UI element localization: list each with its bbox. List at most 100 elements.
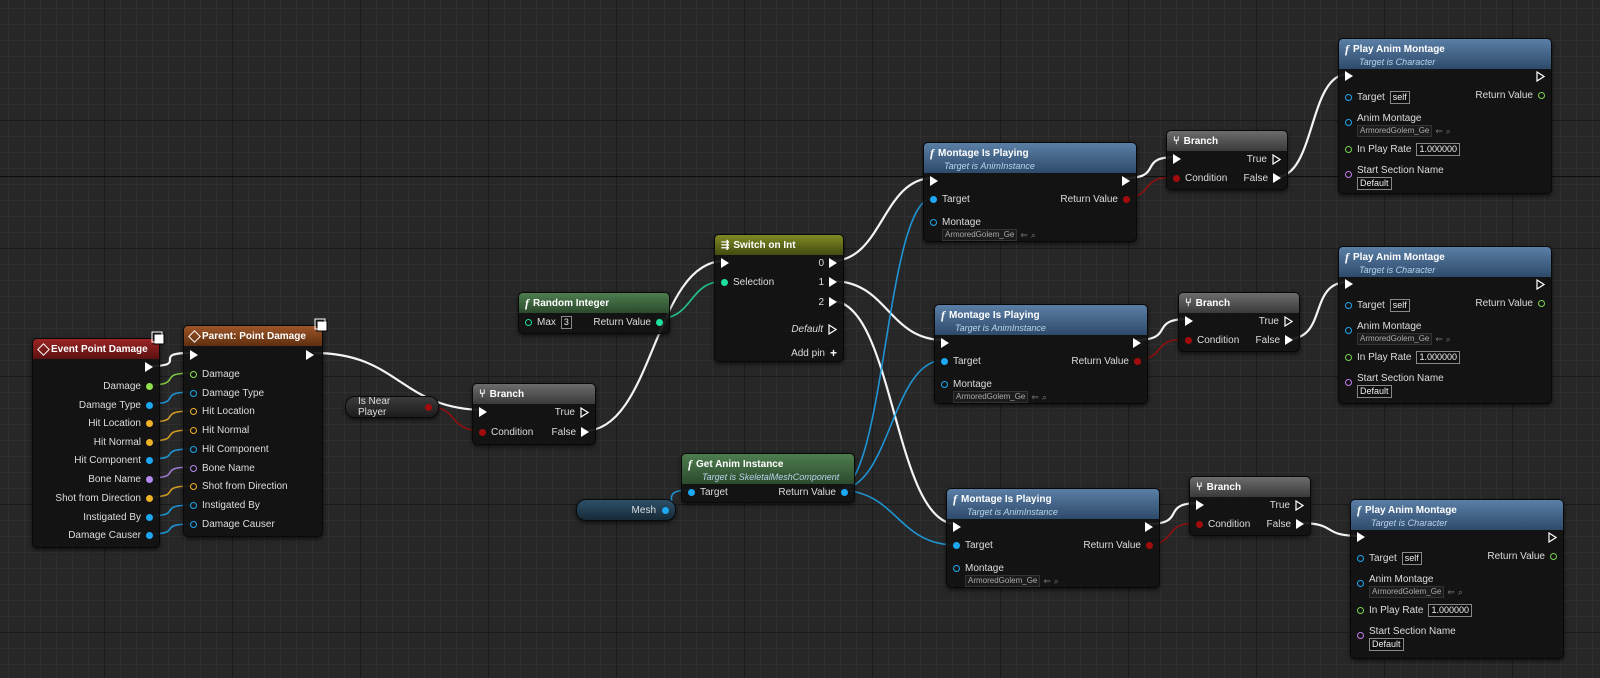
exec-out-pin[interactable] [829,277,837,287]
float-pin[interactable] [1357,606,1364,614]
exec-in-pin[interactable] [941,338,949,348]
vector-pin[interactable] [190,407,197,415]
object-pin[interactable] [1345,93,1352,101]
object-pin[interactable] [190,501,197,509]
event-node-header[interactable]: Event Point Damage [33,339,159,359]
random-integer-header[interactable]: f Random Integer [519,293,669,313]
object-pin[interactable] [146,456,153,464]
bool-pin[interactable] [1146,541,1153,549]
section-input[interactable]: Default [1369,638,1404,651]
object-pin[interactable] [953,541,960,549]
parent-point-damage-node[interactable]: Parent: Point Damage Damage Damage Type … [183,318,328,537]
random-integer-node[interactable]: f Random Integer Max 3 Return Value [518,292,670,334]
section-input[interactable]: Default [1357,177,1392,190]
target-self-field[interactable]: self [1401,551,1422,565]
object-pin[interactable] [930,219,937,226]
vector-pin[interactable] [190,426,197,434]
montage-asset-dropdown[interactable]: ArmoredGolem_Ge [1357,125,1433,137]
int-pin[interactable] [721,278,728,286]
exec-out-pin-empty[interactable] [1272,153,1281,165]
exec-out-pin-empty[interactable] [1295,499,1304,511]
bool-pin[interactable] [425,403,432,411]
rate-input[interactable]: 1.000000 [1428,603,1473,617]
exec-out-pin[interactable] [1285,335,1293,345]
vector-pin[interactable] [190,482,197,490]
exec-in-pin[interactable] [1357,532,1365,542]
bool-pin[interactable] [1134,357,1141,365]
object-pin[interactable] [146,531,153,539]
int-pin[interactable] [656,318,663,326]
name-pin[interactable] [146,475,153,483]
exec-in-pin[interactable] [479,407,487,417]
object-pin[interactable] [190,389,197,397]
play-montage-header[interactable]: f Play Anim Montage Target is Character [1339,247,1551,277]
branch-header[interactable]: ⑂ Branch [1167,131,1287,151]
play-montage-header[interactable]: f Play Anim Montage Target is Character [1351,500,1563,530]
object-pin[interactable] [941,381,948,388]
is-near-player-variable[interactable]: Is Near Player [345,396,439,418]
montage-header[interactable]: f Montage Is Playing Target is AnimInstanc… [947,489,1159,519]
branch-main-node[interactable]: ⑂ Branch True Condition False [472,383,596,445]
browse-magnifier-icon[interactable]: ⌕ [1054,576,1059,587]
object-pin[interactable] [1357,554,1364,562]
browse-magnifier-icon[interactable]: ⌕ [1446,334,1451,345]
play-montage-header[interactable]: f Play Anim Montage Target is Character [1339,39,1551,69]
name-pin[interactable] [1345,171,1352,178]
montage-asset-dropdown[interactable]: ArmoredGolem_Ge [953,391,1029,403]
montage-header[interactable]: f Montage Is Playing Target is AnimInstanc… [935,305,1147,335]
exec-in-pin[interactable] [1345,279,1353,289]
rate-input[interactable]: 1.000000 [1416,350,1461,364]
exec-out-pin[interactable] [829,297,837,307]
exec-out-pin[interactable] [1145,522,1153,532]
name-pin[interactable] [1345,379,1352,386]
exec-in-pin[interactable] [721,258,729,268]
exec-in-pin[interactable] [1196,500,1204,510]
bool-pin[interactable] [1173,174,1180,182]
exec-in-pin[interactable] [1173,154,1181,164]
exec-out-pin[interactable] [306,350,314,360]
exec-out-pin-empty[interactable] [1548,531,1557,543]
branch-node-0[interactable]: ⑂ Branch True Condition False [1166,130,1288,190]
exec-out-pin[interactable] [1122,176,1130,186]
switch-on-int-node[interactable]: ⇶ Switch on Int 0 Selection 1 2 Default A… [714,234,844,362]
browse-magnifier-icon[interactable]: ⌕ [1446,126,1451,137]
event-point-damage-node[interactable]: Event Point Damage Damage Damage Type Hi… [32,331,165,548]
montage-is-playing-node-2[interactable]: f Montage Is Playing Target is AnimInstanc… [946,488,1160,588]
float-pin[interactable] [1538,91,1545,99]
object-pin[interactable] [953,565,960,572]
browse-magnifier-icon[interactable]: ⌕ [1458,587,1463,598]
object-pin[interactable] [941,357,948,365]
rate-input[interactable]: 1.000000 [1416,142,1461,156]
add-pin-button[interactable]: Add pin + [791,346,837,360]
exec-in-pin[interactable] [190,350,198,360]
exec-in-pin[interactable] [1345,71,1353,81]
switch-header[interactable]: ⇶ Switch on Int [715,235,843,255]
object-pin[interactable] [1345,119,1352,126]
object-pin[interactable] [1345,301,1352,309]
exec-out-pin-empty[interactable] [1536,278,1545,290]
montage-is-playing-node-1[interactable]: f Montage Is Playing Target is AnimInstanc… [934,304,1148,404]
exec-out-pin[interactable] [1273,173,1281,183]
bool-pin[interactable] [1196,520,1203,528]
branch-node-2[interactable]: ⑂ Branch True Condition False [1189,476,1311,536]
vector-pin[interactable] [146,494,153,502]
name-pin[interactable] [1357,632,1364,639]
max-input[interactable]: 3 [560,315,572,329]
float-pin[interactable] [1345,145,1352,153]
use-selected-arrow-icon[interactable]: ⇐ [1435,126,1443,137]
object-pin[interactable] [1345,327,1352,334]
mesh-variable[interactable]: Mesh [576,499,676,521]
object-pin[interactable] [146,401,153,409]
target-self-field[interactable]: self [1389,90,1410,104]
montage-is-playing-node-0[interactable]: f Montage Is Playing Target is AnimInstanc… [923,142,1137,242]
exec-out-pin[interactable] [1133,338,1141,348]
branch-header[interactable]: ⑂ Branch [1190,477,1310,497]
bool-pin[interactable] [1185,336,1192,344]
exec-in-pin[interactable] [930,176,938,186]
object-pin[interactable] [190,445,197,453]
object-pin[interactable] [688,488,695,496]
exec-out-pin[interactable] [145,362,153,372]
montage-asset-dropdown[interactable]: ArmoredGolem_Ge [1357,333,1433,345]
object-pin[interactable] [1357,580,1364,587]
target-self-field[interactable]: self [1389,298,1410,312]
